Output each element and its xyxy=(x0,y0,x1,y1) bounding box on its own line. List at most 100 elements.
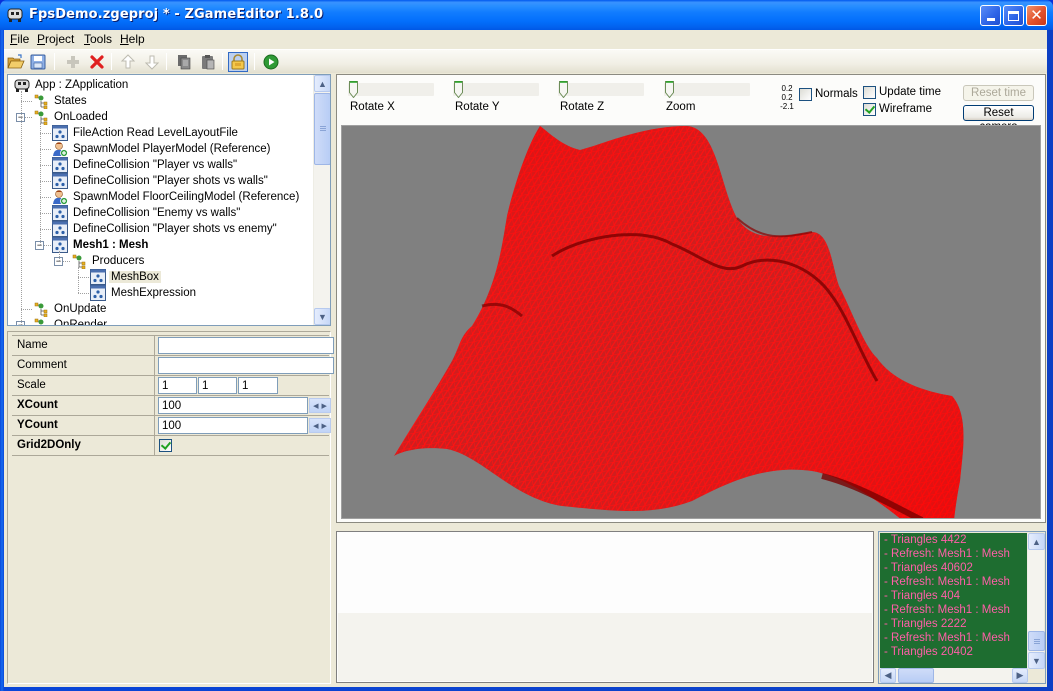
menu-help-accel: H xyxy=(120,32,129,46)
reset-camera-button[interactable]: Reset camera xyxy=(963,105,1034,133)
tree-connector xyxy=(78,267,79,293)
log-hscrollbar[interactable]: ◀ ▶ xyxy=(880,668,1028,683)
tree-item[interactable]: FileAction Read LevelLayoutFile xyxy=(52,125,240,141)
menu-file[interactable]: File xyxy=(8,32,31,46)
add-button[interactable] xyxy=(63,52,83,72)
prop-row-xcount: XCount ◀▶ xyxy=(12,395,331,415)
component-icon xyxy=(90,269,106,285)
minimize-button[interactable] xyxy=(980,5,1001,26)
close-icon: ✕ xyxy=(1030,6,1043,24)
tree-item[interactable]: SpawnModel FloorCeilingModel (Reference) xyxy=(52,189,301,205)
tree-item[interactable]: Producers xyxy=(71,253,146,269)
move-down-button[interactable] xyxy=(142,52,162,72)
tree-item[interactable]: MeshExpression xyxy=(90,285,198,301)
title-bar[interactable]: FpsDemo.zgeproj * - ZGameEditor 1.8.0 ✕ xyxy=(0,0,1053,30)
tree-scrollbar[interactable]: ▲ ▼ xyxy=(313,75,330,325)
tree-item[interactable]: MeshBox xyxy=(90,269,161,285)
lock-button[interactable] xyxy=(228,52,248,72)
tree-item-label: States xyxy=(54,95,87,107)
normals-checkbox[interactable] xyxy=(799,88,812,101)
app-icon xyxy=(14,79,30,92)
tree-item[interactable]: OnLoaded xyxy=(33,109,110,125)
maximize-icon xyxy=(1008,10,1019,21)
scroll-down-button[interactable]: ▼ xyxy=(314,308,330,325)
scroll-thumb[interactable] xyxy=(314,93,330,165)
menu-project[interactable]: Project xyxy=(35,32,76,46)
message-list[interactable]: - Triangles 4422 - Refresh: Mesh1 : Mesh -… xyxy=(880,533,1028,668)
output-lower-area xyxy=(338,613,872,681)
arrow-left-icon: ◀ xyxy=(313,422,319,430)
tree-connector xyxy=(40,229,51,230)
tree-item[interactable]: States xyxy=(33,93,89,109)
tree-item[interactable]: DefineCollision "Player shots vs enemy" xyxy=(52,221,279,237)
slider-track xyxy=(664,83,750,96)
comment-field[interactable] xyxy=(158,357,334,374)
scroll-up-button[interactable]: ▲ xyxy=(314,75,330,92)
tree-item[interactable]: DefineCollision "Player shots vs walls" xyxy=(52,173,270,189)
tree-item-label: DefineCollision "Player vs walls" xyxy=(73,159,238,171)
move-up-button[interactable] xyxy=(118,52,138,72)
scroll-right-button[interactable]: ▶ xyxy=(1012,668,1028,683)
project-tree[interactable]: App : ZApplication States OnLoaded − FileAct… xyxy=(7,74,331,326)
scale-z-field[interactable] xyxy=(238,377,278,394)
slider-thumb[interactable] xyxy=(559,81,568,98)
delete-button[interactable] xyxy=(87,52,107,72)
chevron-up-icon: ▲ xyxy=(1032,536,1041,547)
menu-tools[interactable]: Tools xyxy=(82,32,114,46)
scroll-thumb[interactable] xyxy=(1028,631,1045,651)
tree-item-label: SpawnModel FloorCeilingModel (Reference) xyxy=(73,191,300,203)
3d-viewport[interactable] xyxy=(341,125,1041,519)
tree-connector xyxy=(21,101,32,102)
tree-connector xyxy=(21,309,32,310)
copy-button[interactable] xyxy=(174,52,194,72)
menu-help-label: elp xyxy=(128,32,145,46)
tree-item[interactable]: DefineCollision "Enemy vs walls" xyxy=(52,205,242,221)
log-message: - Triangles 40602 xyxy=(884,562,973,574)
mesh-shading xyxy=(394,126,964,518)
component-list-icon xyxy=(34,302,48,317)
paste-button[interactable] xyxy=(198,52,218,72)
ycount-stepper[interactable]: ◀ ▶ xyxy=(309,418,331,433)
close-button[interactable]: ✕ xyxy=(1026,5,1047,26)
open-button[interactable] xyxy=(6,52,26,72)
scale-y-field[interactable] xyxy=(198,377,237,394)
log-message: - Refresh: Mesh1 : Mesh xyxy=(884,576,1010,588)
grid2d-checkbox[interactable] xyxy=(159,439,172,452)
tree-item[interactable]: OnRender xyxy=(33,317,109,325)
tree-item[interactable]: DefineCollision "Player vs walls" xyxy=(52,157,239,173)
log-vscrollbar[interactable]: ▲ ▼ xyxy=(1027,533,1045,669)
tree-item-label: MeshExpression xyxy=(111,287,197,299)
scroll-left-button[interactable]: ◀ xyxy=(880,668,896,683)
hscroll-thumb[interactable] xyxy=(898,668,934,683)
name-field[interactable] xyxy=(158,337,334,354)
slider-thumb[interactable] xyxy=(665,81,674,98)
floppy-disk-icon xyxy=(30,54,46,70)
component-icon xyxy=(52,173,68,189)
xcount-field[interactable] xyxy=(158,397,308,414)
ycount-field[interactable] xyxy=(158,417,308,434)
save-button[interactable] xyxy=(28,52,48,72)
arrow-up-icon xyxy=(121,54,135,69)
tree-item[interactable]: Mesh1 : Mesh xyxy=(52,237,150,253)
tree-item[interactable]: OnUpdate xyxy=(33,301,108,317)
tree-item-label: DefineCollision "Player shots vs walls" xyxy=(73,175,268,187)
prop-label: Grid2DOnly xyxy=(17,439,81,451)
scroll-down-button[interactable]: ▼ xyxy=(1028,652,1045,669)
reset-time-button[interactable]: Reset time xyxy=(963,85,1034,101)
scale-x-field[interactable] xyxy=(158,377,197,394)
xcount-stepper[interactable]: ◀ ▶ xyxy=(309,398,331,413)
update-time-checkbox[interactable] xyxy=(863,86,876,99)
red-x-icon xyxy=(90,55,104,69)
wireframe-checkbox[interactable] xyxy=(863,103,876,116)
camera-coord-z: -2.1 xyxy=(780,102,794,111)
minimize-icon xyxy=(986,18,995,21)
slider-thumb[interactable] xyxy=(454,81,463,98)
padlock-icon xyxy=(231,54,245,70)
tree-item[interactable]: SpawnModel PlayerModel (Reference) xyxy=(52,141,273,157)
run-button[interactable] xyxy=(261,52,281,72)
maximize-button[interactable] xyxy=(1003,5,1024,26)
tree-item[interactable]: App : ZApplication xyxy=(14,77,130,93)
scroll-up-button[interactable]: ▲ xyxy=(1028,533,1045,550)
menu-help[interactable]: Help xyxy=(118,32,147,46)
slider-thumb[interactable] xyxy=(349,81,358,98)
